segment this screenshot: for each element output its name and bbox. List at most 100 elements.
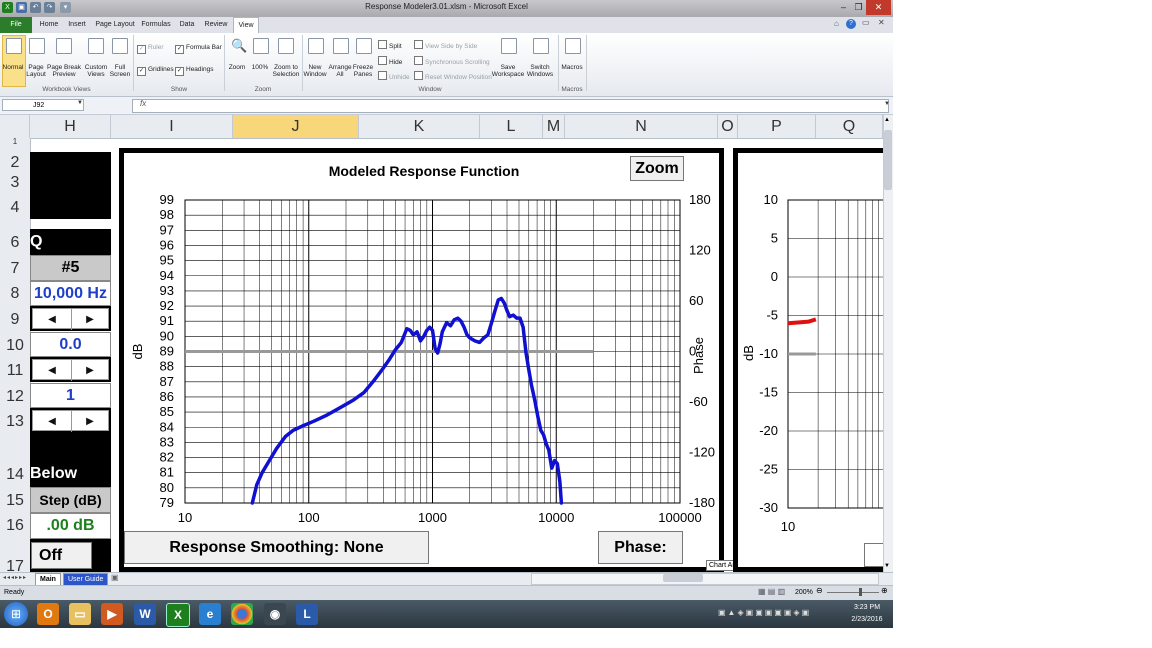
- media-player-icon[interactable]: ▶: [101, 603, 123, 625]
- tab-review[interactable]: Review: [202, 17, 230, 33]
- maximize-button[interactable]: ❐: [851, 0, 866, 15]
- row-header[interactable]: 11: [0, 363, 30, 379]
- full-screen-icon[interactable]: [112, 38, 128, 54]
- column-header-j[interactable]: J: [233, 115, 359, 138]
- scroll-down-icon[interactable]: ▼: [884, 563, 890, 569]
- zoom-100-icon[interactable]: [253, 38, 269, 54]
- formula-input[interactable]: [132, 99, 889, 113]
- tab-home[interactable]: Home: [36, 17, 62, 33]
- insert-sheet-icon[interactable]: ▣: [111, 573, 119, 582]
- zoom-chart-button[interactable]: Zoom: [630, 156, 684, 181]
- page-layout-icon[interactable]: [29, 38, 45, 54]
- row-header[interactable]: 2: [0, 155, 30, 171]
- zoom-slider-thumb[interactable]: [859, 588, 862, 596]
- save-workspace-button[interactable]: Save Workspace: [491, 64, 525, 78]
- column-header-o[interactable]: O: [718, 115, 738, 138]
- right-arrow-icon[interactable]: ▶: [71, 411, 109, 432]
- switch-windows-button[interactable]: Switch Windows: [524, 64, 556, 78]
- row-header[interactable]: 16: [0, 518, 30, 534]
- row-header[interactable]: 8: [0, 286, 30, 302]
- macros-button[interactable]: Macros: [558, 64, 586, 71]
- row-header[interactable]: 13: [0, 414, 30, 430]
- l-app-icon[interactable]: L: [296, 603, 318, 625]
- system-tray-icons[interactable]: ▣▲◈▣▣▣▣▣◈▣: [718, 608, 811, 617]
- secondary-chart-button[interactable]: [864, 543, 884, 567]
- row-header[interactable]: 9: [0, 312, 30, 328]
- row-header[interactable]: 7: [0, 261, 30, 277]
- column-header-h[interactable]: H: [30, 115, 111, 138]
- start-button-icon[interactable]: ⊞: [4, 602, 28, 626]
- zoom-in-icon[interactable]: ⊕: [881, 586, 888, 595]
- tab-file[interactable]: File: [0, 17, 32, 33]
- insert-function-icon[interactable]: fx: [140, 99, 146, 108]
- row-header[interactable]: 12: [0, 389, 30, 405]
- phase-button[interactable]: Phase:: [598, 531, 683, 564]
- gain-spinner[interactable]: ◀ ▶: [32, 359, 109, 381]
- left-arrow-icon[interactable]: ◀: [33, 360, 72, 381]
- file-explorer-icon[interactable]: ▭: [69, 603, 91, 625]
- zoom-button[interactable]: Zoom: [226, 64, 248, 71]
- macros-icon[interactable]: [565, 38, 581, 54]
- row-header[interactable]: 3: [0, 175, 30, 191]
- page-layout-view-button[interactable]: Page Layout: [24, 64, 48, 78]
- horizontal-scroll-thumb[interactable]: [663, 574, 703, 582]
- gridlines-checkbox[interactable]: ✓ Gridlines: [137, 66, 174, 76]
- zoom-level[interactable]: 200%: [795, 589, 813, 596]
- freeze-panes-button[interactable]: Freeze Panes: [350, 64, 376, 78]
- arrange-all-icon[interactable]: [333, 38, 349, 54]
- headings-checkbox[interactable]: ✓ Headings: [175, 66, 213, 76]
- left-arrow-icon[interactable]: ◀: [33, 309, 72, 330]
- zoom-icon[interactable]: 🔍: [231, 38, 247, 54]
- window-close-small-icon[interactable]: ✕: [878, 18, 885, 27]
- row-header[interactable]: 10: [0, 338, 30, 354]
- response-smoothing-button[interactable]: Response Smoothing: None: [124, 531, 429, 564]
- right-arrow-icon[interactable]: ▶: [71, 360, 109, 381]
- select-all-corner[interactable]: [0, 115, 30, 138]
- view-mode-icons[interactable]: ▦ ▤ ▥: [758, 587, 785, 596]
- right-arrow-icon[interactable]: ▶: [71, 309, 109, 330]
- row-header[interactable]: 14: [0, 467, 30, 483]
- column-header-i[interactable]: I: [111, 115, 233, 138]
- off-toggle-button[interactable]: Off: [31, 542, 92, 569]
- full-screen-button[interactable]: Full Screen: [108, 64, 132, 78]
- column-header-k[interactable]: K: [359, 115, 480, 138]
- minimize-button[interactable]: –: [836, 0, 851, 15]
- tab-formulas[interactable]: Formulas: [140, 17, 172, 33]
- scroll-up-icon[interactable]: ▲: [884, 117, 890, 123]
- new-window-button[interactable]: New Window: [302, 64, 328, 78]
- outlook-icon[interactable]: O: [37, 603, 59, 625]
- split-button[interactable]: Split: [378, 40, 402, 50]
- zoom-selection-icon[interactable]: [278, 38, 294, 54]
- custom-views-icon[interactable]: [88, 38, 104, 54]
- page-break-preview-button[interactable]: Page Break Preview: [47, 64, 81, 78]
- tab-insert[interactable]: Insert: [64, 17, 90, 33]
- name-box-dropdown-icon[interactable]: ▼: [77, 100, 83, 106]
- zoom-100-button[interactable]: 100%: [249, 64, 271, 71]
- expand-formula-bar-icon[interactable]: ▼: [884, 101, 890, 107]
- internet-explorer-icon[interactable]: e: [199, 603, 221, 625]
- q-spinner[interactable]: ◀ ▶: [32, 410, 109, 432]
- page-break-icon[interactable]: [56, 38, 72, 54]
- response-chart-svg[interactable]: 10 100 1000 10000 100000 79808182838485868788…: [124, 153, 719, 567]
- column-header-n[interactable]: N: [565, 115, 718, 138]
- row-header[interactable]: 1: [0, 138, 30, 146]
- tab-view[interactable]: View: [233, 17, 259, 33]
- zoom-to-selection-button[interactable]: Zoom to Selection: [271, 64, 301, 78]
- tab-data[interactable]: Data: [175, 17, 199, 33]
- left-arrow-icon[interactable]: ◀: [33, 411, 72, 432]
- close-button[interactable]: ✕: [866, 0, 891, 15]
- steam-icon[interactable]: ◉: [264, 603, 286, 625]
- word-icon[interactable]: W: [134, 603, 156, 625]
- zoom-out-icon[interactable]: ⊖: [816, 586, 823, 595]
- column-header-m[interactable]: M: [543, 115, 565, 138]
- help-icon[interactable]: ?: [846, 19, 856, 29]
- zoom-slider[interactable]: [827, 592, 879, 593]
- save-workspace-icon[interactable]: [501, 38, 517, 54]
- ribbon-minimize-icon[interactable]: ⌂: [834, 19, 839, 28]
- taskbar-date[interactable]: 2/23/2016: [846, 616, 888, 623]
- custom-views-button[interactable]: Custom Views: [83, 64, 109, 78]
- window-restore-small-icon[interactable]: ▭: [862, 18, 870, 27]
- name-box[interactable]: J92: [2, 99, 84, 111]
- row-header[interactable]: 4: [0, 200, 30, 216]
- column-header-p[interactable]: P: [738, 115, 816, 138]
